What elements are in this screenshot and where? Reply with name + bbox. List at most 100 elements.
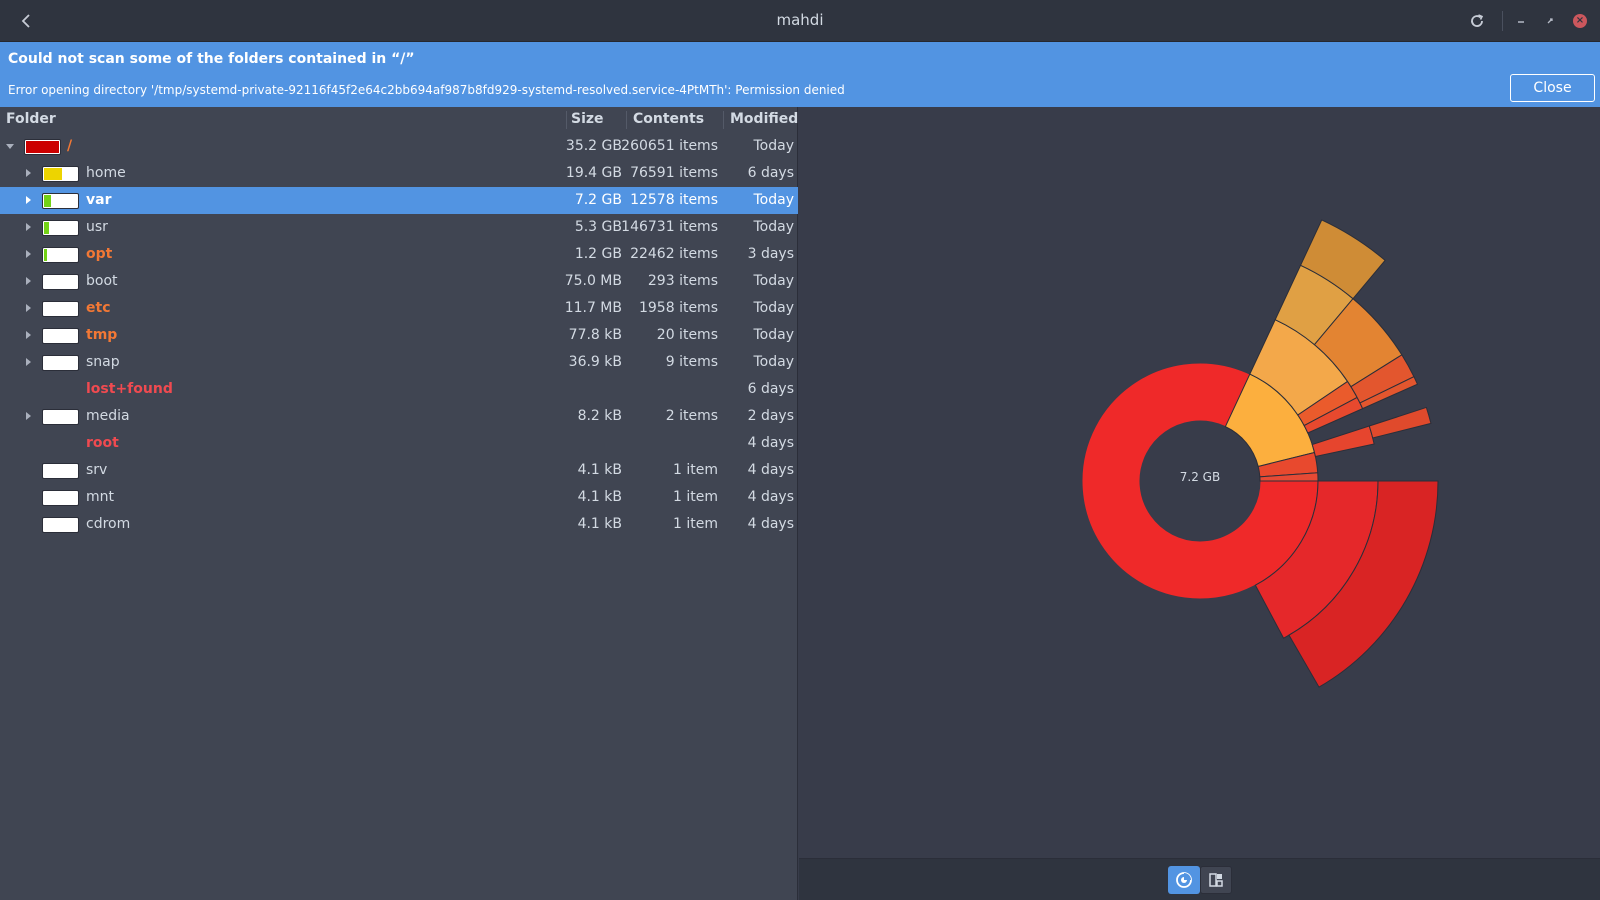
header-modified[interactable]: Modified [730,111,798,127]
close-window-button[interactable]: × [1569,10,1591,32]
folder-row[interactable]: srv 4.1 kB 1 item 4 days [0,457,798,484]
folder-row[interactable]: etc 11.7 MB 1958 items Today [0,295,798,322]
folder-modified: 4 days [747,462,794,478]
rings-chart[interactable]: 7.2 GB [799,107,1600,858]
folder-row[interactable]: var 7.2 GB 12578 items Today [0,187,798,214]
folder-contents: 12578 items [630,192,718,208]
infobar-close-button[interactable]: Close [1510,74,1595,102]
usage-bar [42,247,79,263]
reload-button[interactable] [1466,10,1488,32]
folder-modified: 3 days [747,246,794,262]
expander-open-icon[interactable] [6,144,14,149]
folder-modified: Today [753,354,795,370]
usage-bar [42,220,79,236]
folder-row[interactable]: tmp 77.8 kB 20 items Today [0,322,798,349]
usage-bar [42,274,79,290]
expander-closed-icon[interactable] [26,412,31,420]
folder-size: 11.7 MB [564,300,622,316]
folder-contents: 260651 items [621,138,718,154]
header-size[interactable]: Size [571,111,604,127]
folder-contents: 22462 items [630,246,718,262]
folder-contents: 1 item [673,489,718,505]
folder-size: 35.2 GB [565,138,622,154]
scan-error-infobar: Could not scan some of the folders conta… [0,42,1600,107]
folder-modified: Today [753,273,795,289]
header-divider [723,111,724,129]
folder-row[interactable]: snap 36.9 kB 9 items Today [0,349,798,376]
folder-contents: 1 item [673,516,718,532]
folder-name: home [86,165,126,181]
folder-name: snap [86,354,120,370]
rings-chart-button[interactable] [1168,866,1200,894]
maximize-button[interactable] [1539,10,1561,32]
folder-contents: 1958 items [638,300,718,316]
usage-bar [42,517,79,533]
usage-bar-fill [44,249,47,261]
folder-name: mnt [86,489,114,505]
minimize-button[interactable] [1510,10,1532,32]
folder-name: cdrom [86,516,131,532]
folder-size: 1.2 GB [574,246,622,262]
folder-modified: Today [753,219,795,235]
usage-bar [42,166,79,182]
folder-size: 4.1 kB [577,516,622,532]
folder-row[interactable]: usr 5.3 GB 146731 items Today [0,214,798,241]
folder-row[interactable]: opt 1.2 GB 22462 items 3 days [0,241,798,268]
folder-size: 36.9 kB [568,354,622,370]
folder-contents: 76591 items [630,165,718,181]
rings-chart-icon [1176,872,1192,888]
rings-chart-panel: 7.2 GB [799,107,1600,858]
treemap-chart-button[interactable] [1200,866,1232,894]
folder-row[interactable]: lost+found 6 days [0,376,798,403]
folder-row[interactable]: / 35.2 GB 260651 items Today [0,133,798,160]
expander-closed-icon[interactable] [26,169,31,177]
window-title: mahdi [776,11,824,29]
folder-size: 7.2 GB [574,192,622,208]
expander-closed-icon[interactable] [26,358,31,366]
folder-row[interactable]: root 4 days [0,430,798,457]
header-contents[interactable]: Contents [633,111,704,127]
folder-name: media [86,408,130,424]
folder-size: 5.3 GB [574,219,622,235]
folder-row[interactable]: boot 75.0 MB 293 items Today [0,268,798,295]
expander-closed-icon[interactable] [26,277,31,285]
folder-name: / [67,138,73,154]
folder-modified: Today [753,300,795,316]
folder-row[interactable]: cdrom 4.1 kB 1 item 4 days [0,511,798,538]
folder-name: root [86,435,119,451]
usage-bar-fill [44,195,51,207]
minimize-icon [1518,21,1524,23]
usage-bar [42,355,79,371]
folder-contents: 293 items [647,273,718,289]
folder-name: etc [86,300,111,316]
folder-row[interactable]: media 8.2 kB 2 items 2 days [0,403,798,430]
treemap-chart-icon [1209,873,1223,887]
folder-tree-panel: Folder Size Contents Modified / 35.2 GB 26… [0,107,798,900]
maximize-icon [1547,18,1553,24]
folder-row[interactable]: mnt 4.1 kB 1 item 4 days [0,484,798,511]
ring-segment[interactable] [1311,425,1375,458]
expander-closed-icon[interactable] [26,331,31,339]
usage-bar-fill [44,222,49,234]
folder-modified: 4 days [747,435,794,451]
usage-bar [42,463,79,479]
expander-closed-icon[interactable] [26,196,31,204]
folder-modified: 6 days [747,381,794,397]
folder-row[interactable]: home 19.4 GB 76591 items 6 days [0,160,798,187]
rings-center-label: 7.2 GB [1180,470,1220,484]
usage-bar-fill [26,141,59,153]
expander-closed-icon[interactable] [26,250,31,258]
expander-closed-icon[interactable] [26,223,31,231]
infobar-message: Error opening directory '/tmp/systemd-pr… [8,83,845,97]
view-switcher-bar [799,858,1600,900]
expander-closed-icon[interactable] [26,304,31,312]
header-folder[interactable]: Folder [6,111,56,127]
usage-bar [42,328,79,344]
usage-bar-fill [44,168,62,180]
usage-bar [42,193,79,209]
ring-segment[interactable] [1368,406,1432,439]
folder-modified: 4 days [747,489,794,505]
usage-bar [42,409,79,425]
folder-contents: 9 items [665,354,718,370]
header-divider [566,111,567,129]
